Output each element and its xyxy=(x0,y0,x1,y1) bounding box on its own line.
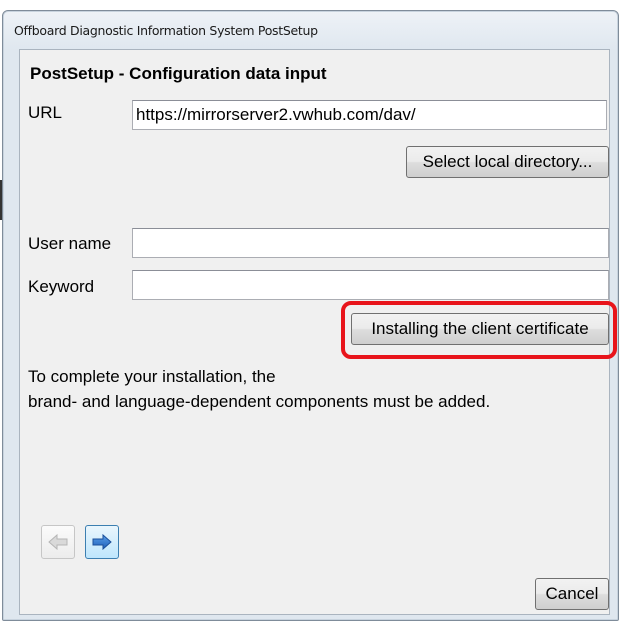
username-label: User name xyxy=(28,234,112,253)
url-label: URL xyxy=(28,103,63,122)
keyword-label: Keyword xyxy=(28,277,95,296)
arrow-left-icon xyxy=(48,534,68,550)
keyword-input[interactable] xyxy=(132,270,609,300)
select-local-directory-button[interactable]: Select local directory... xyxy=(406,146,609,178)
message-line-1: To complete your installation, the xyxy=(28,367,276,386)
window-title: Offboard Diagnostic Information System P… xyxy=(14,22,318,38)
arrow-right-icon xyxy=(92,534,112,550)
cancel-button[interactable]: Cancel xyxy=(535,578,609,610)
dialog-content: PostSetup - Configuration data input URL… xyxy=(19,49,617,615)
postsetup-window: Offboard Diagnostic Information System P… xyxy=(2,10,619,621)
title-bar: Offboard Diagnostic Information System P… xyxy=(9,11,612,49)
back-button[interactable] xyxy=(41,525,75,559)
install-client-certificate-button[interactable]: Installing the client certificate xyxy=(351,313,609,345)
message-line-2: brand- and language-dependent components… xyxy=(28,392,491,411)
page-title: PostSetup - Configuration data input xyxy=(30,64,327,83)
url-input[interactable]: https://mirrorserver2.vwhub.com/dav/ xyxy=(132,100,607,130)
username-input[interactable] xyxy=(132,228,609,258)
next-button[interactable] xyxy=(85,525,119,559)
